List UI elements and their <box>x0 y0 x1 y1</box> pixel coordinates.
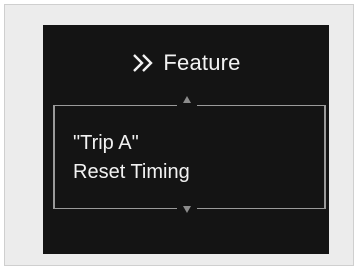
triangle-down-icon <box>183 206 191 213</box>
display-header: Feature <box>43 47 329 79</box>
display-frame: Feature "Trip A" Reset Timing <box>4 4 354 266</box>
feature-title: Feature <box>163 50 241 75</box>
triangle-up-icon <box>183 96 191 103</box>
box-gap-top <box>177 104 197 107</box>
setting-name-line2: Reset Timing <box>73 161 190 183</box>
double-chevron-right-icon <box>131 51 157 75</box>
instrument-display: Feature "Trip A" Reset Timing <box>43 25 329 254</box>
selection-box <box>53 105 326 209</box>
setting-name-line1: "Trip A" <box>73 132 139 154</box>
